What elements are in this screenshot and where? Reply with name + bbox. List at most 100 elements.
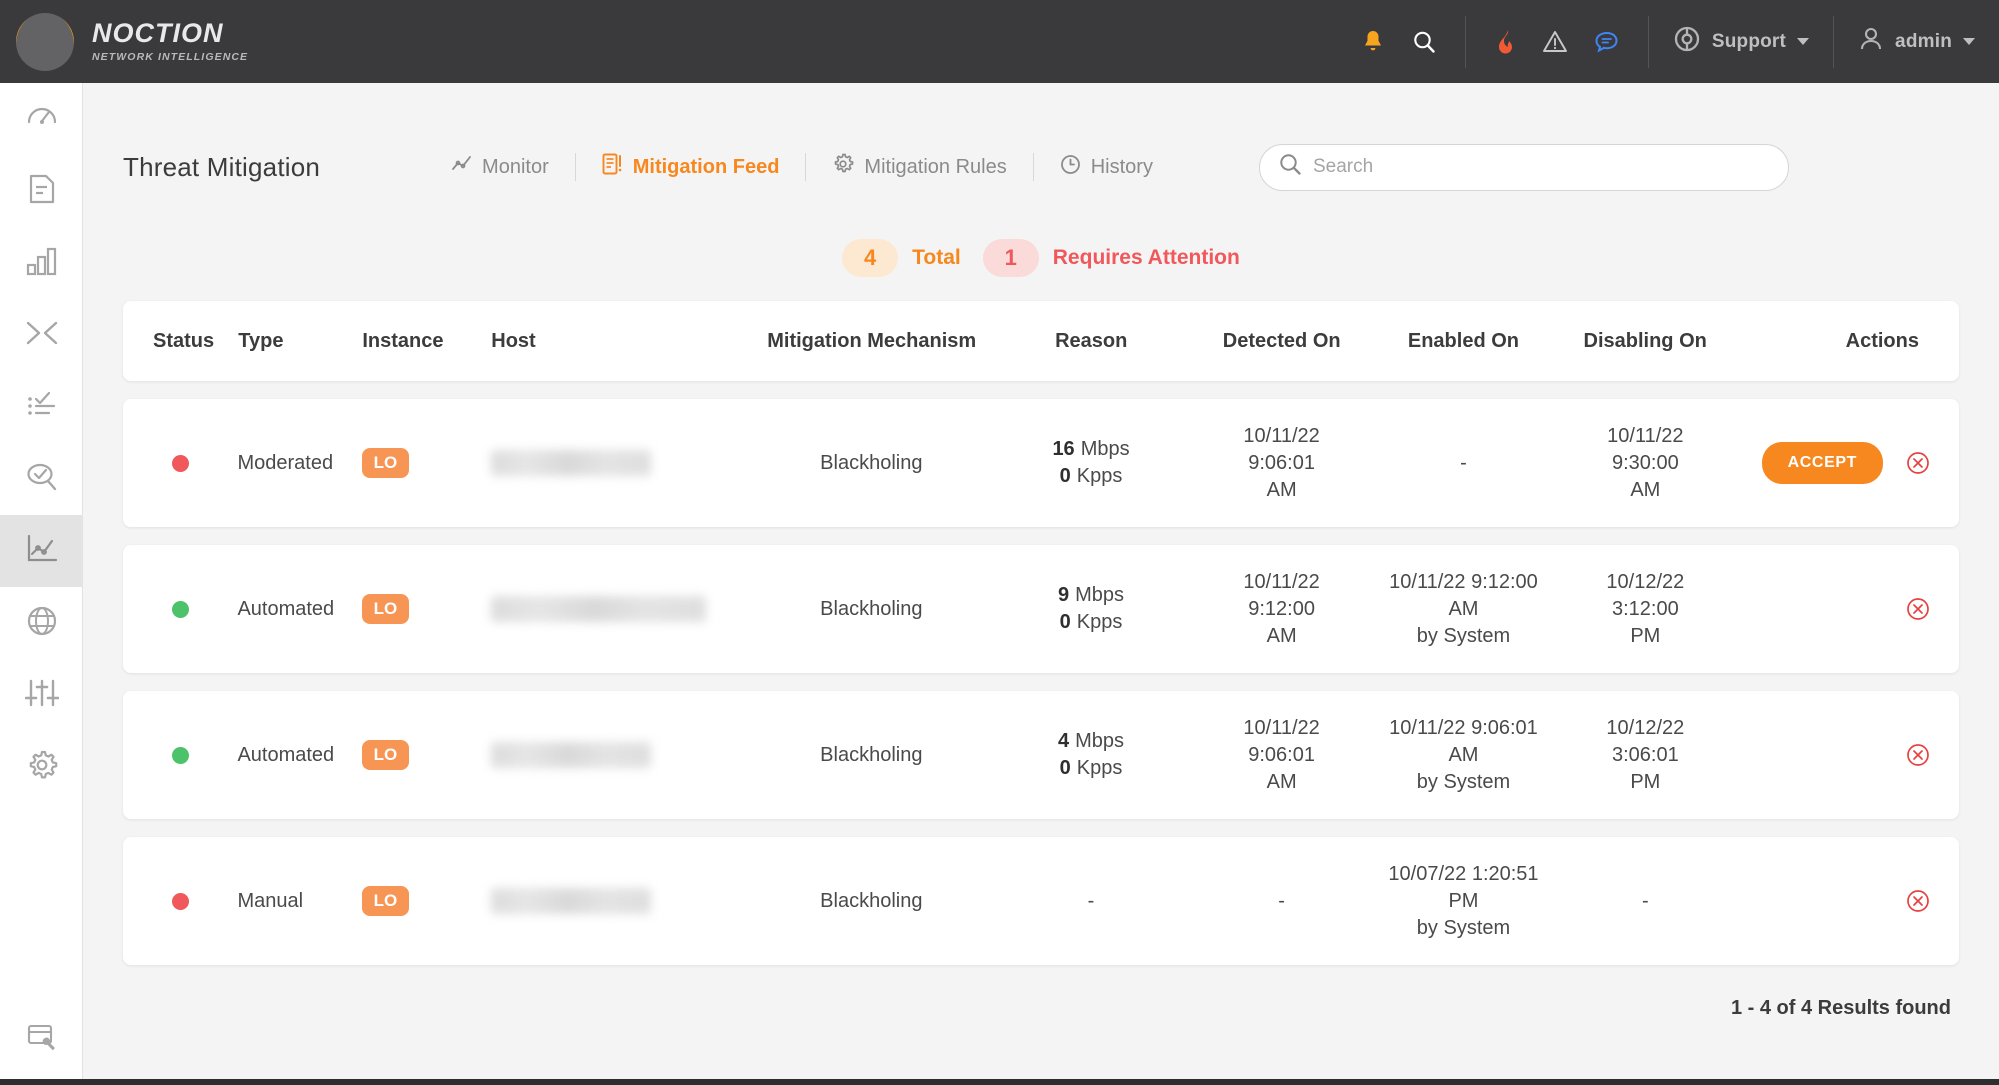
enabled-on-cell: - [1460, 451, 1467, 474]
summary-badges: 4 Total 1 Requires Attention [83, 239, 1999, 277]
actions-cell: ACCEPT [1735, 442, 1959, 484]
table-row[interactable]: Manual LO Blackholing - - 10/07/22 1:20:51 PM b… [123, 837, 1959, 965]
enabled-on-cell: 10/07/22 1:20:51 PM by System [1388, 862, 1539, 939]
sidebar-item-network[interactable] [0, 587, 83, 659]
delete-icon[interactable] [1905, 888, 1931, 914]
host-redacted-value [490, 596, 706, 622]
sidebar-item-console[interactable] [0, 1003, 83, 1075]
support-menu[interactable]: Support [1649, 25, 1833, 58]
globe-icon [25, 604, 59, 643]
reason-cell: 16 Mbps 0 Kpps [1052, 438, 1130, 487]
gear-icon [25, 748, 59, 787]
total-badge-group[interactable]: 4 Total [842, 239, 961, 277]
column-header-actions: Actions [1845, 329, 1919, 352]
type-cell: Automated [237, 743, 335, 766]
list-alert-icon [602, 153, 623, 181]
detected-on-cell: 10/11/22 9:12:00 AM [1243, 570, 1320, 647]
actions-cell [1735, 596, 1959, 622]
user-menu[interactable]: admin [1834, 25, 1999, 58]
tab-monitor[interactable]: Monitor [425, 154, 575, 180]
reason-cell: - [1087, 889, 1095, 912]
attention-badge-group[interactable]: 1 Requires Attention [982, 239, 1240, 277]
top-bar: NOCTION NETWORK INTELLIGENCE Support adm… [0, 0, 1999, 83]
sidebar-item-tuning[interactable] [0, 659, 83, 731]
search-box[interactable] [1258, 143, 1789, 191]
delete-icon[interactable] [1905, 742, 1931, 768]
chat-icon[interactable] [1594, 29, 1620, 55]
line-chart-icon [451, 154, 472, 180]
sidebar-item-dashboard[interactable] [0, 83, 83, 155]
instance-badge[interactable]: LO [361, 594, 410, 624]
accept-button[interactable]: ACCEPT [1761, 442, 1883, 484]
bell-icon[interactable] [1361, 29, 1385, 55]
instance-cell: LO [361, 886, 491, 916]
instance-cell: LO [361, 740, 491, 770]
disabling-on-cell: 10/12/22 3:06:01 PM [1606, 716, 1685, 793]
detected-on-cell: 10/11/22 9:06:01 AM [1243, 424, 1320, 501]
total-count-badge: 4 [842, 239, 899, 277]
actions-cell [1735, 742, 1959, 768]
type-cell: Moderated [237, 451, 334, 474]
brand-logo[interactable]: NOCTION NETWORK INTELLIGENCE [0, 12, 340, 71]
attention-label: Requires Attention [1052, 246, 1240, 269]
column-header-reason: Reason [1055, 329, 1128, 352]
document-icon [26, 172, 58, 211]
tab-mitigation-feed[interactable]: Mitigation Feed [576, 153, 806, 181]
sidebar-item-policies[interactable] [0, 371, 83, 443]
tab-history[interactable]: History [1034, 154, 1179, 181]
type-cell: Automated [237, 597, 335, 620]
search-icon[interactable] [1411, 29, 1437, 55]
instance-badge[interactable]: LO [361, 448, 410, 478]
host-cell [490, 742, 753, 768]
enabled-on-cell: 10/11/22 9:12:00 AM by System [1389, 570, 1538, 647]
line-chart-icon [25, 533, 59, 570]
mechanism-cell: Blackholing [820, 451, 923, 474]
main-content: Threat Mitigation Monitor Mitigation Fee… [83, 83, 1999, 1085]
speedometer-icon [25, 100, 59, 139]
instance-cell: LO [361, 448, 491, 478]
host-cell [490, 596, 753, 622]
host-redacted-value [490, 888, 651, 914]
status-dot-green-icon [171, 600, 189, 618]
search-input[interactable] [1312, 156, 1753, 178]
search-check-icon [25, 460, 59, 499]
reason-cell: 4 Mbps 0 Kpps [1058, 730, 1125, 779]
instance-badge[interactable]: LO [361, 740, 410, 770]
user-label: admin [1895, 30, 1952, 52]
detected-on-cell: 10/11/22 9:06:01 AM [1243, 716, 1320, 793]
sidebar-item-statistics[interactable] [0, 227, 83, 299]
flame-icon[interactable] [1494, 28, 1516, 56]
detected-on-cell: - [1278, 889, 1285, 912]
total-label: Total [912, 246, 961, 269]
delete-icon[interactable] [1905, 596, 1931, 622]
table-row[interactable]: Automated LO Blackholing 9 Mbps 0 Kpps 10/11/22… [123, 545, 1959, 673]
mechanism-cell: Blackholing [820, 889, 923, 912]
table-row[interactable]: Automated LO Blackholing 4 Mbps 0 Kpps 10/11/22… [123, 691, 1959, 819]
bar-chart-icon [25, 245, 59, 282]
chevron-down-icon [1963, 38, 1975, 45]
brand-name: NOCTION [92, 18, 224, 48]
sidebar-item-settings[interactable] [0, 731, 83, 803]
page-title: Threat Mitigation [123, 151, 321, 182]
warning-icon[interactable] [1542, 29, 1568, 55]
disabling-on-cell: - [1642, 889, 1649, 912]
tab-mitigation-rules[interactable]: Mitigation Rules [806, 153, 1032, 181]
actions-cell [1735, 888, 1959, 914]
sidebar-item-threat-mitigation[interactable] [0, 515, 83, 587]
instance-badge[interactable]: LO [361, 886, 410, 916]
column-header-mechanism: Mitigation Mechanism [767, 329, 977, 352]
table-row[interactable]: Moderated LO Blackholing 16 Mbps 0 Kpps 10/11/2… [123, 399, 1959, 527]
sidebar-item-optimization[interactable] [0, 299, 83, 371]
notification-group [1333, 16, 1465, 68]
column-header-type: Type [238, 329, 284, 352]
sidebar-item-reports[interactable] [0, 155, 83, 227]
lifebuoy-icon [1673, 25, 1701, 58]
chevron-down-icon [1797, 38, 1810, 45]
column-header-detected-on: Detected On [1222, 329, 1341, 352]
status-dot-green-icon [171, 746, 189, 764]
status-cell [123, 600, 237, 618]
host-cell [490, 450, 753, 476]
sidebar-item-inspector[interactable] [0, 443, 83, 515]
column-header-enabled-on: Enabled On [1407, 329, 1519, 352]
delete-icon[interactable] [1905, 450, 1931, 476]
